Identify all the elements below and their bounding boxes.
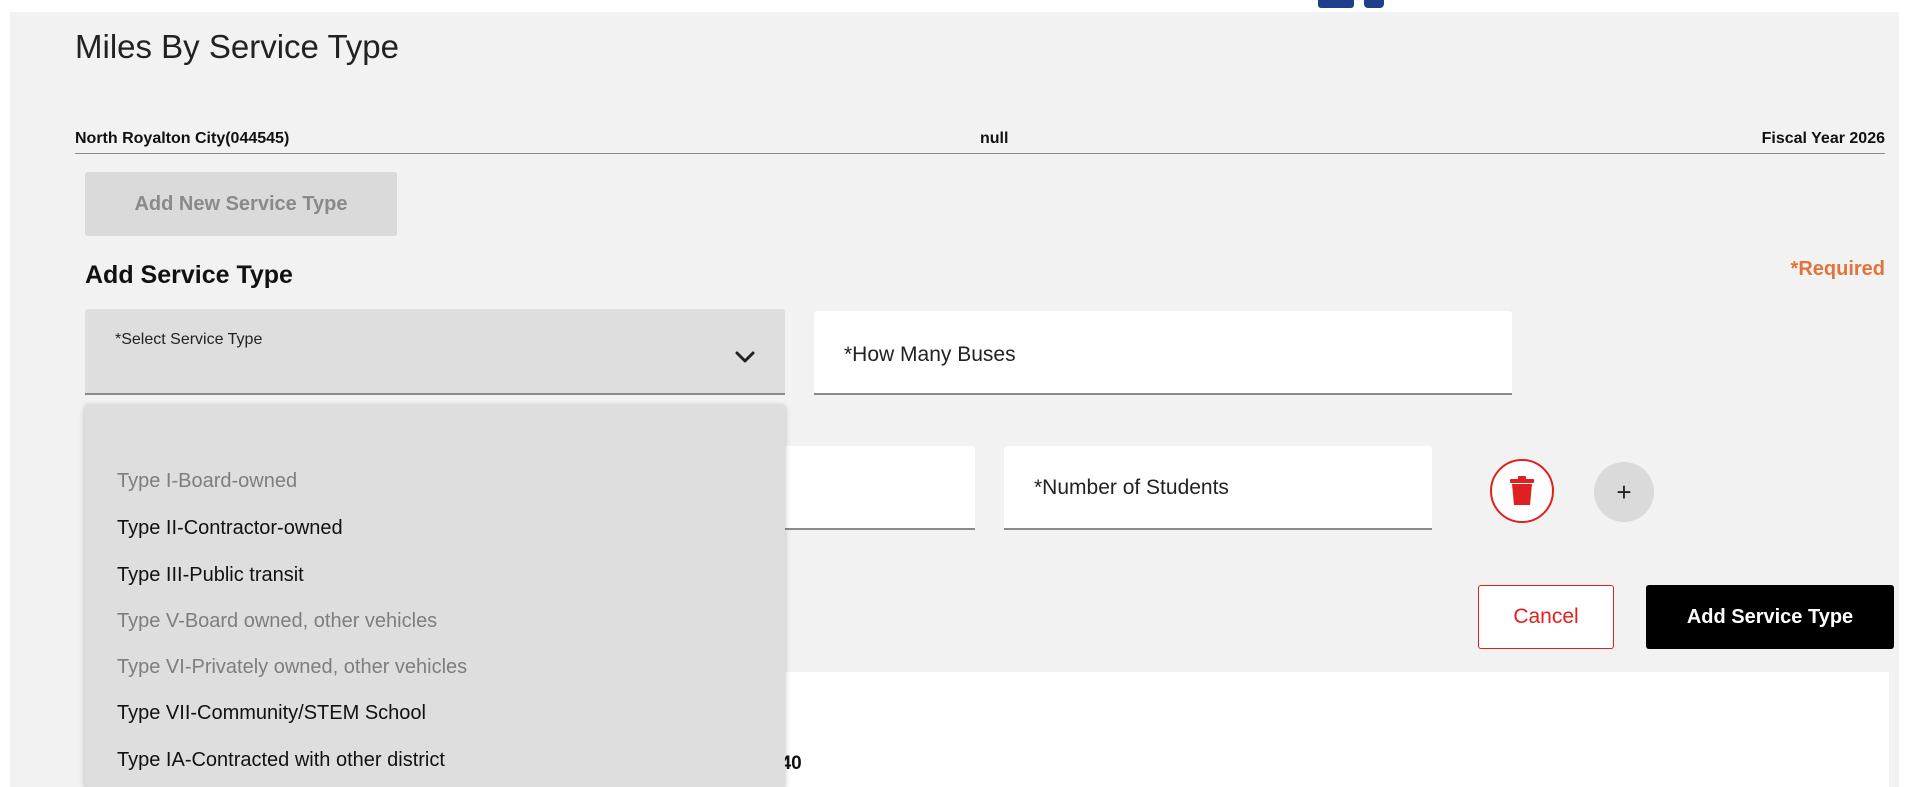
- info-middle-value: null: [980, 130, 1009, 147]
- dropdown-option: Type I-Board-owned: [117, 470, 298, 492]
- required-note: *Required: [1790, 258, 1885, 280]
- dropdown-option[interactable]: Type II-Contractor-owned: [117, 517, 343, 540]
- delete-row-button[interactable]: [1490, 459, 1554, 523]
- fiscal-year: Fiscal Year 2026: [1761, 130, 1885, 147]
- trash-icon: [1510, 476, 1534, 505]
- page-title: Miles By Service Type: [75, 28, 400, 65]
- add-new-service-type-button[interactable]: Add New Service Type: [85, 172, 397, 236]
- service-type-select[interactable]: *Select Service Type: [85, 309, 785, 395]
- service-type-dropdown-list: Type I-Board-owned Type II-Contractor-ow…: [85, 404, 785, 787]
- how-many-buses-placeholder: *How Many Buses: [844, 343, 1016, 366]
- dropdown-option: Type VI-Privately owned, other vehicles: [117, 656, 468, 678]
- cancel-button[interactable]: Cancel: [1478, 585, 1614, 649]
- summary-card: [660, 672, 1889, 787]
- brand-logo-icon: [1318, 0, 1354, 8]
- dropdown-option[interactable]: Type IA-Contracted with other district: [117, 749, 445, 772]
- district-name: North Royalton City(044545): [75, 130, 290, 147]
- district-info-row: North Royalton City(044545) null Fiscal …: [75, 124, 1885, 154]
- number-of-students-placeholder: *Number of Students: [1034, 476, 1229, 499]
- number-of-students-input[interactable]: *Number of Students: [1004, 446, 1432, 530]
- top-header: [0, 0, 1909, 12]
- add-row-button[interactable]: +: [1594, 462, 1654, 522]
- dropdown-option: Type V-Board owned, other vehicles: [117, 610, 438, 632]
- chevron-down-icon: [735, 351, 755, 363]
- brand-logo-part-icon: [1364, 0, 1384, 8]
- dropdown-option[interactable]: Type VII-Community/STEM School: [117, 702, 426, 725]
- add-service-type-button[interactable]: Add Service Type: [1646, 585, 1894, 649]
- add-service-type-heading: Add Service Type: [85, 261, 293, 289]
- how-many-buses-input[interactable]: *How Many Buses: [814, 311, 1512, 395]
- dropdown-option[interactable]: Type III-Public transit: [117, 564, 304, 587]
- service-type-select-label: *Select Service Type: [115, 331, 263, 348]
